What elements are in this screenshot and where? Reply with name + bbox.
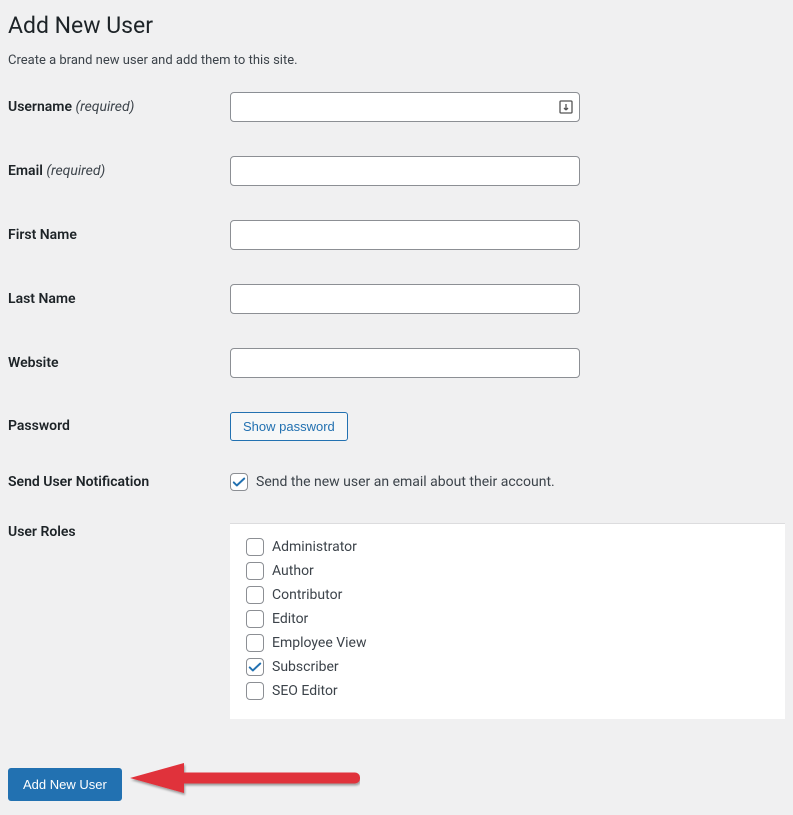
- role-label: Editor: [272, 611, 308, 627]
- role-item: Author: [246, 562, 769, 580]
- username-input[interactable]: [230, 92, 580, 122]
- notification-checkbox[interactable]: [230, 473, 248, 491]
- role-label: Subscriber: [272, 659, 339, 675]
- role-label: Contributor: [272, 587, 342, 603]
- role-item: Employee View: [246, 634, 769, 652]
- annotation-arrow-icon: [120, 757, 360, 797]
- role-checkbox[interactable]: [246, 658, 264, 676]
- role-item: Subscriber: [246, 658, 769, 676]
- notification-label: Send User Notification: [8, 473, 230, 491]
- first-name-label: First Name: [8, 226, 230, 244]
- role-item: Editor: [246, 610, 769, 628]
- role-label: Administrator: [272, 539, 357, 555]
- website-label: Website: [8, 354, 230, 372]
- role-label: Author: [272, 563, 314, 579]
- role-checkbox[interactable]: [246, 586, 264, 604]
- page-description: Create a brand new user and add them to …: [8, 53, 785, 68]
- first-name-input[interactable]: [230, 220, 580, 250]
- role-label: Employee View: [272, 635, 367, 651]
- role-item: Contributor: [246, 586, 769, 604]
- role-item: Administrator: [246, 538, 769, 556]
- website-input[interactable]: [230, 348, 580, 378]
- last-name-label: Last Name: [8, 290, 230, 308]
- roles-box[interactable]: Administrator Author Contributor Editor Empl…: [230, 523, 785, 719]
- role-checkbox[interactable]: [246, 538, 264, 556]
- role-checkbox[interactable]: [246, 562, 264, 580]
- show-password-button[interactable]: Show password: [230, 412, 348, 441]
- role-checkbox[interactable]: [246, 610, 264, 628]
- role-checkbox[interactable]: [246, 634, 264, 652]
- email-input[interactable]: [230, 156, 580, 186]
- role-label: SEO Editor: [272, 683, 338, 699]
- user-roles-label: User Roles: [8, 523, 230, 541]
- notification-text: Send the new user an email about their a…: [256, 474, 555, 490]
- page-title: Add New User: [8, 12, 785, 39]
- role-checkbox[interactable]: [246, 682, 264, 700]
- role-item: SEO Editor: [246, 682, 769, 700]
- email-label: Email (required): [8, 162, 230, 180]
- username-label: Username (required): [8, 98, 230, 116]
- add-new-user-button[interactable]: Add New User: [8, 768, 122, 801]
- password-label: Password: [8, 417, 230, 435]
- last-name-input[interactable]: [230, 284, 580, 314]
